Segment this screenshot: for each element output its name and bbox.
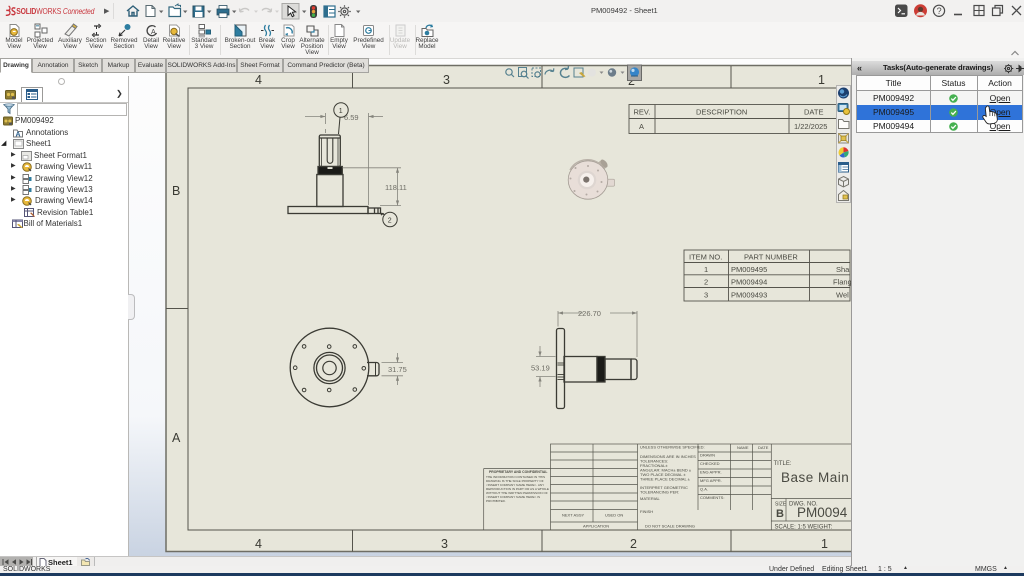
svg-text:B: B: [776, 508, 784, 520]
svg-text:DATE: DATE: [758, 445, 769, 450]
svg-text:3: 3: [443, 73, 450, 87]
svg-text:PM009493: PM009493: [731, 291, 767, 300]
svg-text:PM009494: PM009494: [731, 277, 767, 286]
svg-text:4: 4: [255, 73, 262, 87]
svg-text:1: 1: [339, 108, 343, 115]
svg-text:Wel: Wel: [836, 291, 849, 300]
svg-text:31.75: 31.75: [388, 365, 407, 374]
svg-text:SCALE: 1:5 WEIGHT:: SCALE: 1:5 WEIGHT:: [775, 525, 833, 531]
svg-text:DRAWN: DRAWN: [700, 453, 715, 458]
svg-text:PART NUMBER: PART NUMBER: [744, 253, 798, 262]
svg-text:1: 1: [704, 265, 708, 274]
svg-text:PROHIBITED.: PROHIBITED.: [486, 499, 506, 503]
svg-text:Flang: Flang: [833, 277, 851, 286]
svg-text:SIZE: SIZE: [775, 502, 787, 508]
svg-text:Q.A.: Q.A.: [700, 487, 708, 492]
svg-text:UNLESS OTHERWISE SPECIFIED:: UNLESS OTHERWISE SPECIFIED:: [640, 445, 705, 450]
svg-text:MATERIAL: MATERIAL: [640, 496, 660, 501]
svg-text:APPLICATION: APPLICATION: [583, 524, 609, 529]
svg-text:DESCRIPTION: DESCRIPTION: [696, 108, 747, 117]
svg-text:THREE PLACE DECIMAL ±: THREE PLACE DECIMAL ±: [640, 477, 691, 482]
svg-text:CHECKED: CHECKED: [700, 461, 720, 466]
svg-text:USED ON: USED ON: [605, 513, 623, 518]
svg-text:MFG APPR.: MFG APPR.: [700, 478, 722, 483]
svg-text:ITEM NO.: ITEM NO.: [689, 253, 722, 262]
svg-text:A: A: [16, 131, 21, 138]
svg-text:226.70: 226.70: [578, 309, 601, 318]
svg-text:A: A: [639, 122, 644, 131]
svg-text:3: 3: [704, 291, 708, 300]
svg-text:2: 2: [388, 218, 392, 225]
svg-text:DO NOT SCALE DRAWING: DO NOT SCALE DRAWING: [645, 524, 695, 529]
svg-text:TITLE:: TITLE:: [774, 461, 792, 467]
svg-text:NAME: NAME: [737, 445, 749, 450]
svg-text:TOLERANCING PER:: TOLERANCING PER:: [640, 490, 679, 495]
svg-text:2: 2: [704, 277, 708, 286]
svg-text:PROPRIETARY AND CONFIDENTIAL: PROPRIETARY AND CONFIDENTIAL: [489, 470, 547, 474]
svg-text:1/22/2025: 1/22/2025: [794, 122, 827, 131]
svg-text:118.11: 118.11: [385, 183, 407, 192]
svg-text:NEXT ASSY: NEXT ASSY: [562, 513, 584, 518]
svg-text:FINISH: FINISH: [640, 509, 653, 514]
svg-text:PM0094: PM0094: [797, 505, 848, 520]
svg-text:3: 3: [441, 537, 448, 551]
svg-text:A: A: [172, 431, 181, 445]
svg-text:2: 2: [630, 537, 637, 551]
svg-text:4: 4: [255, 537, 262, 551]
svg-text:1: 1: [818, 73, 825, 87]
svg-text:PM009495: PM009495: [731, 265, 767, 274]
svg-text:53.19: 53.19: [531, 364, 550, 373]
svg-text:ENG APPR.: ENG APPR.: [700, 470, 722, 475]
svg-text:COMMENTS:: COMMENTS:: [700, 495, 724, 500]
svg-text:1: 1: [821, 537, 828, 551]
svg-text:Sha: Sha: [836, 265, 850, 274]
svg-text:?: ?: [937, 6, 942, 16]
svg-text:B: B: [172, 184, 180, 198]
svg-text:DATE: DATE: [804, 108, 823, 117]
svg-text:REV.: REV.: [634, 108, 651, 117]
svg-text:Base Main: Base Main: [781, 470, 849, 485]
